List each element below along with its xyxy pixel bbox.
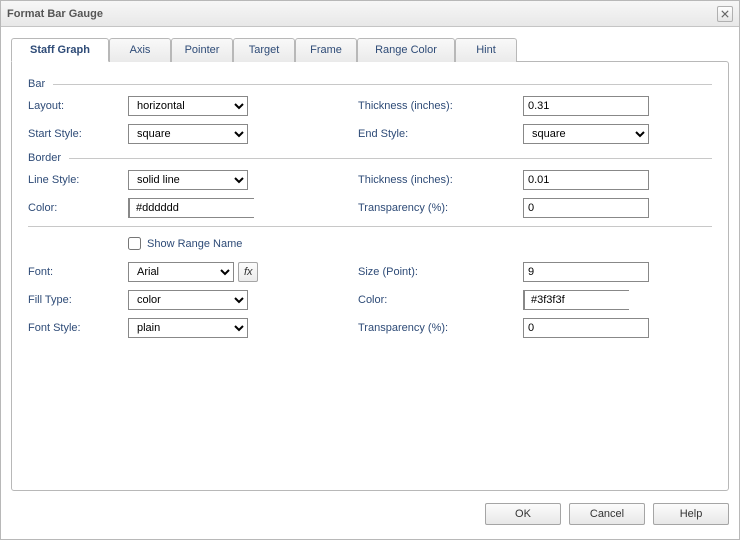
start-style-label: Start Style: xyxy=(28,128,128,140)
border-transparency-input[interactable] xyxy=(523,198,649,218)
border-thickness-label: Thickness (inches): xyxy=(358,174,523,186)
border-thickness-input[interactable] xyxy=(523,170,649,190)
tab-range-color[interactable]: Range Color xyxy=(357,38,455,62)
show-range-name-row: Show Range Name xyxy=(28,237,712,250)
titlebar: Format Bar Gauge xyxy=(1,1,739,27)
font-color-field[interactable] xyxy=(523,290,629,310)
tab-hint[interactable]: Hint xyxy=(455,38,517,62)
border-transparency-label: Transparency (%): xyxy=(358,202,523,214)
font-style-label: Font Style: xyxy=(28,322,128,334)
tab-pane: Bar Layout: horizontal Thickness (inches… xyxy=(11,61,729,491)
font-grid: Font: Arial fx Size (Point): Fill Type: … xyxy=(28,262,712,338)
tab-axis[interactable]: Axis xyxy=(109,38,171,62)
end-style-label: End Style: xyxy=(358,128,523,140)
show-range-name-checkbox[interactable] xyxy=(128,237,141,250)
section-bar-header: Bar xyxy=(28,78,712,90)
bar-thickness-input[interactable] xyxy=(523,96,649,116)
close-button[interactable] xyxy=(717,6,733,22)
border-color-input[interactable] xyxy=(130,199,284,217)
close-icon xyxy=(721,10,729,18)
bar-grid: Layout: horizontal Thickness (inches): S… xyxy=(28,96,712,144)
font-fx-button[interactable]: fx xyxy=(238,262,258,282)
size-point-label: Size (Point): xyxy=(358,266,523,278)
fill-type-select[interactable]: color xyxy=(128,290,248,310)
font-transparency-input[interactable] xyxy=(523,318,649,338)
section-rule xyxy=(53,84,712,85)
section-bar-label: Bar xyxy=(28,78,53,90)
font-color-label: Color: xyxy=(358,294,523,306)
ok-button[interactable]: OK xyxy=(485,503,561,525)
cancel-button[interactable]: Cancel xyxy=(569,503,645,525)
fill-type-label: Fill Type: xyxy=(28,294,128,306)
help-button[interactable]: Help xyxy=(653,503,729,525)
size-point-input[interactable] xyxy=(523,262,649,282)
font-label: Font: xyxy=(28,266,128,278)
border-color-field[interactable] xyxy=(128,198,254,218)
font-style-select[interactable]: plain xyxy=(128,318,248,338)
section-rule xyxy=(69,158,712,159)
tab-frame[interactable]: Frame xyxy=(295,38,357,62)
font-transparency-label: Transparency (%): xyxy=(358,322,523,334)
line-style-select[interactable]: solid line xyxy=(128,170,248,190)
tab-pointer[interactable]: Pointer xyxy=(171,38,233,62)
end-style-select[interactable]: square xyxy=(523,124,649,144)
border-grid: Line Style: solid line Thickness (inches… xyxy=(28,170,712,218)
dialog-title: Format Bar Gauge xyxy=(7,8,717,20)
bar-thickness-label: Thickness (inches): xyxy=(358,100,523,112)
font-color-input[interactable] xyxy=(525,291,679,309)
font-select[interactable]: Arial xyxy=(128,262,234,282)
tab-staff-graph[interactable]: Staff Graph xyxy=(11,38,109,62)
format-bar-gauge-dialog: Format Bar Gauge Staff Graph Axis Pointe… xyxy=(0,0,740,540)
dialog-content: Staff Graph Axis Pointer Target Frame Ra… xyxy=(1,27,739,491)
start-style-select[interactable]: square xyxy=(128,124,248,144)
layout-label: Layout: xyxy=(28,100,128,112)
layout-select[interactable]: horizontal xyxy=(128,96,248,116)
divider xyxy=(28,226,712,227)
border-color-label: Color: xyxy=(28,202,128,214)
button-bar: OK Cancel Help xyxy=(1,491,739,539)
tabstrip: Staff Graph Axis Pointer Target Frame Ra… xyxy=(11,37,729,61)
section-border-label: Border xyxy=(28,152,69,164)
show-range-name-label[interactable]: Show Range Name xyxy=(147,238,242,250)
section-border-header: Border xyxy=(28,152,712,164)
line-style-label: Line Style: xyxy=(28,174,128,186)
tab-target[interactable]: Target xyxy=(233,38,295,62)
